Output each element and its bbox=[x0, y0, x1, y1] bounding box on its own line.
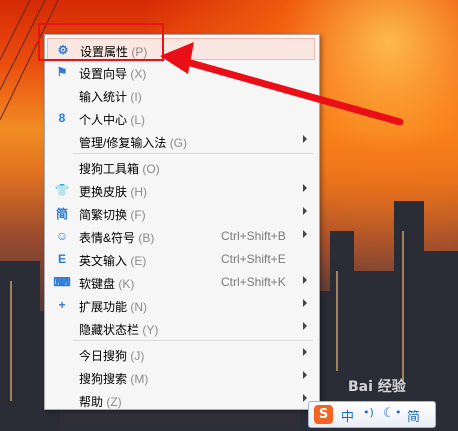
user-icon: 8 bbox=[58, 111, 66, 125]
menu-item[interactable]: E 英文输入 (E) Ctrl+Shift+E bbox=[47, 248, 315, 270]
menu-item[interactable]: 简简繁切换 (F) bbox=[47, 202, 315, 224]
menu-item-accelerator: (O) bbox=[142, 162, 160, 176]
menu-item-accelerator: (Y) bbox=[142, 323, 159, 337]
menu-item-accelerator: (G) bbox=[169, 136, 188, 150]
menu-item-text: 设置向导 bbox=[79, 67, 128, 81]
submenu-arrow-icon bbox=[303, 299, 307, 307]
menu-item-label: 今日搜狗 (J) bbox=[79, 347, 144, 364]
baidu-watermark: Bai 经验 bbox=[348, 379, 406, 395]
dot-icon[interactable]: • bbox=[395, 406, 402, 419]
menu-item-text: 个人中心 bbox=[79, 113, 128, 127]
submenu-arrow-icon bbox=[303, 276, 307, 284]
submenu-arrow-icon bbox=[303, 184, 307, 192]
menu-item-text: 管理/修复输入法 bbox=[79, 136, 167, 150]
menu-item-accelerator: (N) bbox=[130, 300, 148, 314]
menu-separator bbox=[73, 340, 313, 341]
menu-item-label: 软键盘 (K) bbox=[79, 275, 134, 292]
menu-item[interactable]: 管理/修复输入法 (G) bbox=[47, 130, 315, 152]
menu-item[interactable]: 搜狗搜索 (M) bbox=[47, 366, 315, 388]
menu-item-text: 搜狗工具箱 bbox=[79, 162, 140, 176]
menu-item-accelerator: (E) bbox=[130, 254, 147, 268]
menu-item-label: 英文输入 (E) bbox=[79, 252, 146, 269]
ime-status-bar[interactable]: S 中 •) ☾ • 简 bbox=[308, 401, 436, 428]
menu-item-label: 搜狗工具箱 (O) bbox=[79, 160, 160, 177]
menu-item-label: 搜狗搜索 (M) bbox=[79, 370, 148, 387]
menu-separator bbox=[73, 153, 313, 154]
menu-item-label: 表情&符号 (B) bbox=[79, 229, 154, 246]
menu-item-accelerator: (J) bbox=[130, 349, 145, 363]
menu-item-text: 输入统计 bbox=[79, 90, 128, 104]
annotation-arrow bbox=[160, 42, 404, 126]
menu-item-accelerator: (F) bbox=[130, 208, 146, 222]
flag-icon: ⚑ bbox=[56, 65, 68, 79]
menu-item-accelerator: (K) bbox=[118, 277, 135, 291]
menu-item-text: 简繁切换 bbox=[79, 208, 128, 222]
smiley-icon: ☺ bbox=[55, 229, 69, 243]
menu-item-text: 表情&符号 bbox=[79, 231, 136, 245]
punctuation-toggle[interactable]: •) bbox=[363, 406, 374, 419]
submenu-arrow-icon bbox=[303, 371, 307, 379]
menu-item-text: 隐藏状态栏 bbox=[79, 323, 140, 337]
submenu-arrow-icon bbox=[303, 135, 307, 143]
menu-item-accelerator: (H) bbox=[130, 185, 148, 199]
menu-item[interactable]: 今日搜狗 (J) bbox=[47, 343, 315, 365]
menu-item-label: 简繁切换 (F) bbox=[79, 206, 146, 223]
plus-icon: + bbox=[58, 298, 66, 312]
menu-item[interactable]: 帮助 (Z) bbox=[47, 389, 315, 411]
menu-item[interactable]: 隐藏状态栏 (Y) bbox=[47, 317, 315, 339]
simplified-char-icon: 简 bbox=[55, 206, 68, 221]
submenu-arrow-icon bbox=[303, 207, 307, 215]
menu-item-label: 扩展功能 (N) bbox=[79, 298, 147, 315]
menu-item-accelerator: (Z) bbox=[106, 395, 122, 409]
menu-item-accelerator: (M) bbox=[130, 372, 149, 386]
sogou-logo-icon[interactable]: S bbox=[314, 405, 333, 424]
submenu-arrow-icon bbox=[303, 230, 307, 238]
menu-item-text: 英文输入 bbox=[79, 254, 128, 268]
menu-item-label: 设置向导 (X) bbox=[79, 65, 146, 82]
menu-item-text: 搜狗搜索 bbox=[79, 372, 128, 386]
menu-item-label: 个人中心 (L) bbox=[79, 111, 145, 128]
menu-item-shortcut: Ctrl+Shift+E bbox=[221, 252, 286, 266]
menu-item-shortcut: Ctrl+Shift+B bbox=[221, 229, 286, 243]
menu-item-label: 更换皮肤 (H) bbox=[79, 183, 147, 200]
menu-item-accelerator: (I) bbox=[130, 90, 142, 104]
simplified-toggle[interactable]: 简 bbox=[407, 406, 420, 425]
submenu-arrow-icon bbox=[303, 322, 307, 330]
menu-item-text: 帮助 bbox=[79, 395, 104, 409]
submenu-arrow-icon bbox=[303, 394, 307, 402]
menu-item-accelerator: (B) bbox=[138, 231, 155, 245]
menu-item-accelerator: (L) bbox=[130, 113, 146, 127]
menu-item-accelerator: (X) bbox=[130, 67, 147, 81]
menu-item-label: 隐藏状态栏 (Y) bbox=[79, 321, 158, 338]
english-e-icon: E bbox=[57, 252, 66, 266]
menu-item-label: 帮助 (Z) bbox=[79, 393, 122, 410]
menu-item[interactable]: 搜狗工具箱 (O) bbox=[47, 156, 315, 178]
moon-icon[interactable]: ☾ bbox=[383, 406, 395, 421]
chinese-mode-toggle[interactable]: 中 bbox=[341, 406, 354, 425]
menu-item-text: 今日搜狗 bbox=[79, 349, 128, 363]
menu-item-text: 更换皮肤 bbox=[79, 185, 128, 199]
keyboard-icon: ⌨ bbox=[53, 275, 71, 289]
annotation-highlight-box bbox=[38, 23, 164, 61]
menu-item[interactable]: ☺ 表情&符号 (B) Ctrl+Shift+B bbox=[47, 225, 315, 247]
menu-item-text: 扩展功能 bbox=[79, 300, 128, 314]
submenu-arrow-icon bbox=[303, 348, 307, 356]
shirt-icon: 👕 bbox=[54, 183, 70, 197]
menu-item-text: 软键盘 bbox=[79, 277, 116, 291]
menu-item[interactable]: + 扩展功能 (N) bbox=[47, 294, 315, 316]
menu-item-label: 管理/修复输入法 (G) bbox=[79, 134, 187, 151]
menu-item-label: 输入统计 (I) bbox=[79, 88, 142, 105]
menu-item-shortcut: Ctrl+Shift+K bbox=[221, 275, 286, 289]
menu-item[interactable]: 👕 更换皮肤 (H) bbox=[47, 179, 315, 201]
menu-item[interactable]: ⌨ 软键盘 (K) Ctrl+Shift+K bbox=[47, 271, 315, 293]
